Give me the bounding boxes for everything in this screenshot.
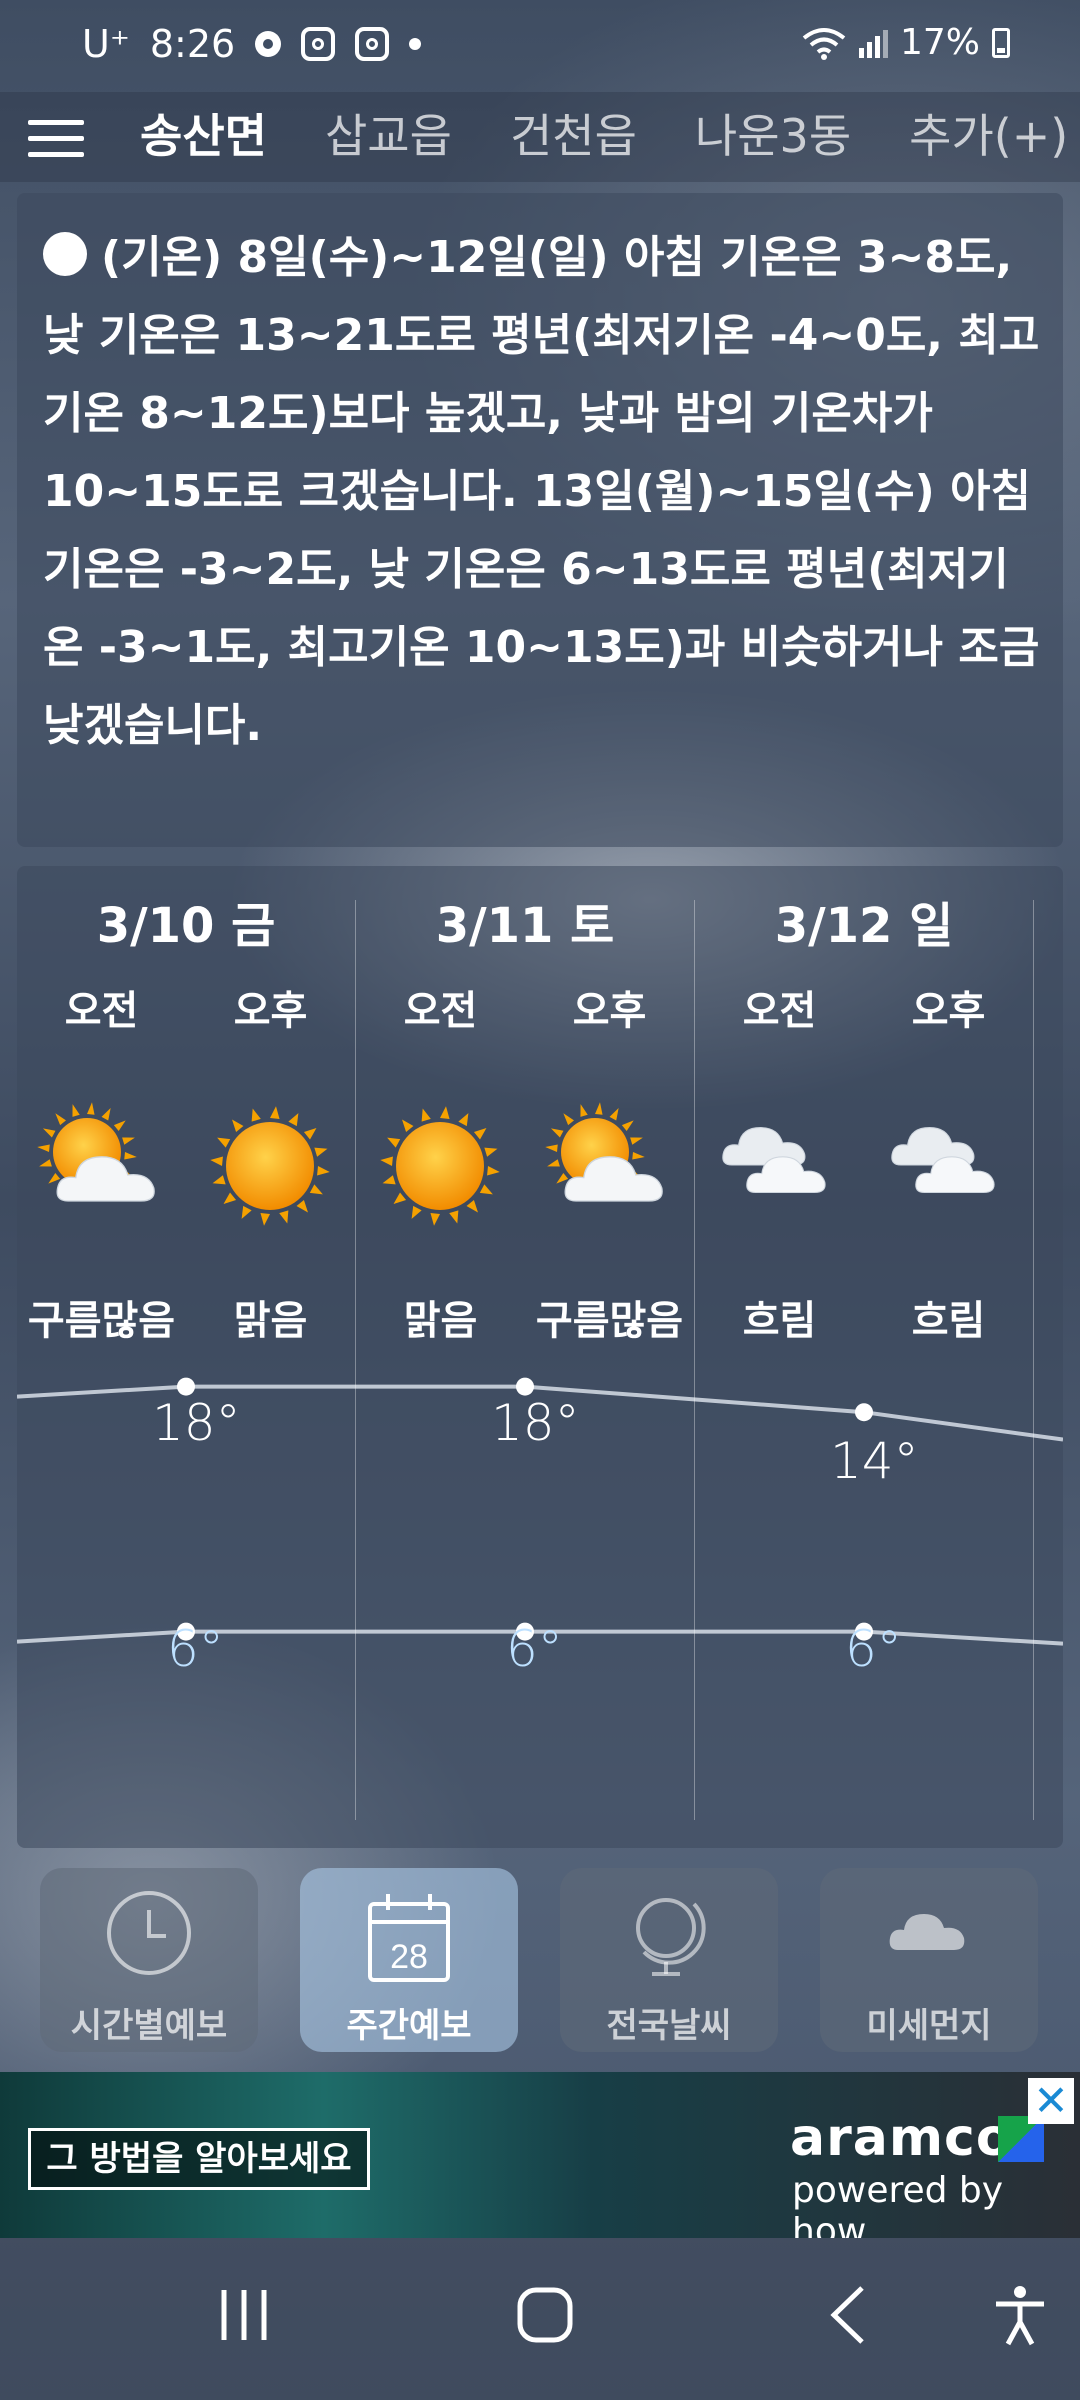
- tab-add-location[interactable]: 추가(+): [909, 100, 1068, 166]
- pm-condition: 흐림: [911, 1298, 986, 1344]
- calendar-icon: 28: [368, 1894, 450, 1982]
- tab-naun3[interactable]: 나운3동: [695, 100, 881, 166]
- nav-label: 시간별예보: [70, 2006, 228, 2046]
- forecast-text: (기온) 8일(수)~12일(일) 아침 기온은 3~8도, 낮 기온은 13~…: [43, 232, 1040, 751]
- ad-cta-button[interactable]: 그 방법을 알아보세요: [28, 2128, 370, 2190]
- pm-label: 오후: [911, 988, 986, 1034]
- battery-percent: 17%: [899, 22, 980, 63]
- day-column: 3/10 금 오전 오후 구름많음 맑음 18° 6°: [17, 866, 355, 1848]
- tab-geoncheon[interactable]: 건천읍: [510, 100, 667, 166]
- notification-dot-icon: [409, 38, 422, 50]
- low-temp: 6°: [506, 1620, 563, 1678]
- tab-songsan[interactable]: 송산면: [140, 100, 297, 166]
- ad-banner[interactable]: 그 방법을 알아보세요 aramco powered by how ✕: [0, 2072, 1080, 2238]
- tab-sapgyo[interactable]: 삽교읍: [325, 100, 482, 166]
- forecast-summary-card: (기온) 8일(수)~12일(일) 아침 기온은 3~8도, 낮 기온은 13~…: [17, 193, 1063, 847]
- globe-icon: [636, 1898, 706, 1976]
- bullet-icon: [43, 232, 87, 276]
- calendar-day: 28: [390, 1938, 428, 1976]
- high-temp: 14°: [830, 1432, 919, 1490]
- battery-icon: [992, 27, 1010, 58]
- am-condition: 구름많음: [27, 1298, 176, 1344]
- am-condition: 흐림: [742, 1298, 817, 1344]
- cloud-icon: [889, 1914, 965, 1950]
- partly-cloudy-icon: [17, 1096, 186, 1236]
- day-date: 3/11 토: [435, 898, 615, 954]
- pm-condition: 맑음: [233, 1298, 308, 1344]
- weekly-forecast-button[interactable]: 28 주간예보: [300, 1868, 518, 2052]
- pm-condition: 구름많음: [535, 1298, 684, 1344]
- am-condition: 맑음: [403, 1298, 478, 1344]
- partly-cloudy-icon: [525, 1096, 694, 1236]
- wifi-icon: [802, 27, 846, 60]
- cloudy-icon: [695, 1096, 864, 1236]
- timer-icon: [255, 31, 282, 57]
- weekly-forecast-card: 3/10 금 오전 오후 구름많음 맑음 18° 6° 3/11 토 오전 오후…: [17, 866, 1063, 1848]
- day-date: 3/12 일: [774, 898, 954, 954]
- ad-tagline: powered by how: [792, 2170, 1004, 2238]
- clock-icon: [107, 1891, 191, 1975]
- back-icon[interactable]: [820, 2280, 880, 2350]
- home-icon[interactable]: [510, 2280, 580, 2350]
- day-column: 3/12 일 오전 오후 흐림 흐림 14° 6°: [695, 866, 1033, 1848]
- am-label: 오전: [742, 988, 817, 1034]
- recent-apps-icon[interactable]: [214, 2280, 274, 2350]
- forecast-summary: (기온) 8일(수)~12일(일) 아침 기온은 3~8도, 낮 기온은 13~…: [43, 219, 1043, 765]
- signal-icon: [858, 29, 888, 58]
- clock-time: 8:26: [149, 22, 236, 66]
- day-divider: [1033, 900, 1034, 1820]
- carrier-label: U⁺: [82, 22, 130, 66]
- fine-dust-button[interactable]: 미세먼지: [820, 1868, 1038, 2052]
- location-tab-bar: 송산면 삽교읍 건천읍 나운3동 추가(+): [0, 92, 1080, 182]
- pm-label: 오후: [572, 988, 647, 1034]
- system-navigation-bar: [0, 2238, 1080, 2400]
- day-date: 3/10 금: [96, 898, 276, 954]
- instagram-icon: [301, 27, 336, 61]
- sunny-icon: [356, 1096, 525, 1236]
- accessibility-icon[interactable]: [990, 2280, 1050, 2350]
- ad-close-button[interactable]: ✕: [1028, 2078, 1074, 2124]
- am-label: 오전: [64, 988, 139, 1034]
- sunny-icon: [186, 1096, 355, 1236]
- low-temp: 6°: [845, 1620, 902, 1678]
- hourly-forecast-button[interactable]: 시간별예보: [40, 1868, 258, 2052]
- national-weather-button[interactable]: 전국날씨: [560, 1868, 778, 2052]
- day-column: 3/11 토 오전 오후 맑음 구름많음 18° 6°: [356, 866, 694, 1848]
- high-temp: 18°: [491, 1394, 580, 1452]
- pm-label: 오후: [233, 988, 308, 1034]
- menu-icon[interactable]: [28, 110, 84, 160]
- instagram-icon-2: [355, 27, 390, 61]
- nav-label: 미세먼지: [866, 2006, 992, 2046]
- status-bar: U⁺ 8:26 17%: [0, 0, 1080, 92]
- nav-label: 주간예보: [346, 2006, 472, 2046]
- high-temp: 18°: [152, 1394, 241, 1452]
- ad-brand: aramco: [790, 2108, 1013, 2168]
- nav-label: 전국날씨: [606, 2006, 732, 2046]
- am-label: 오전: [403, 988, 478, 1034]
- low-temp: 6°: [167, 1620, 224, 1678]
- cloudy-icon: [864, 1096, 1033, 1236]
